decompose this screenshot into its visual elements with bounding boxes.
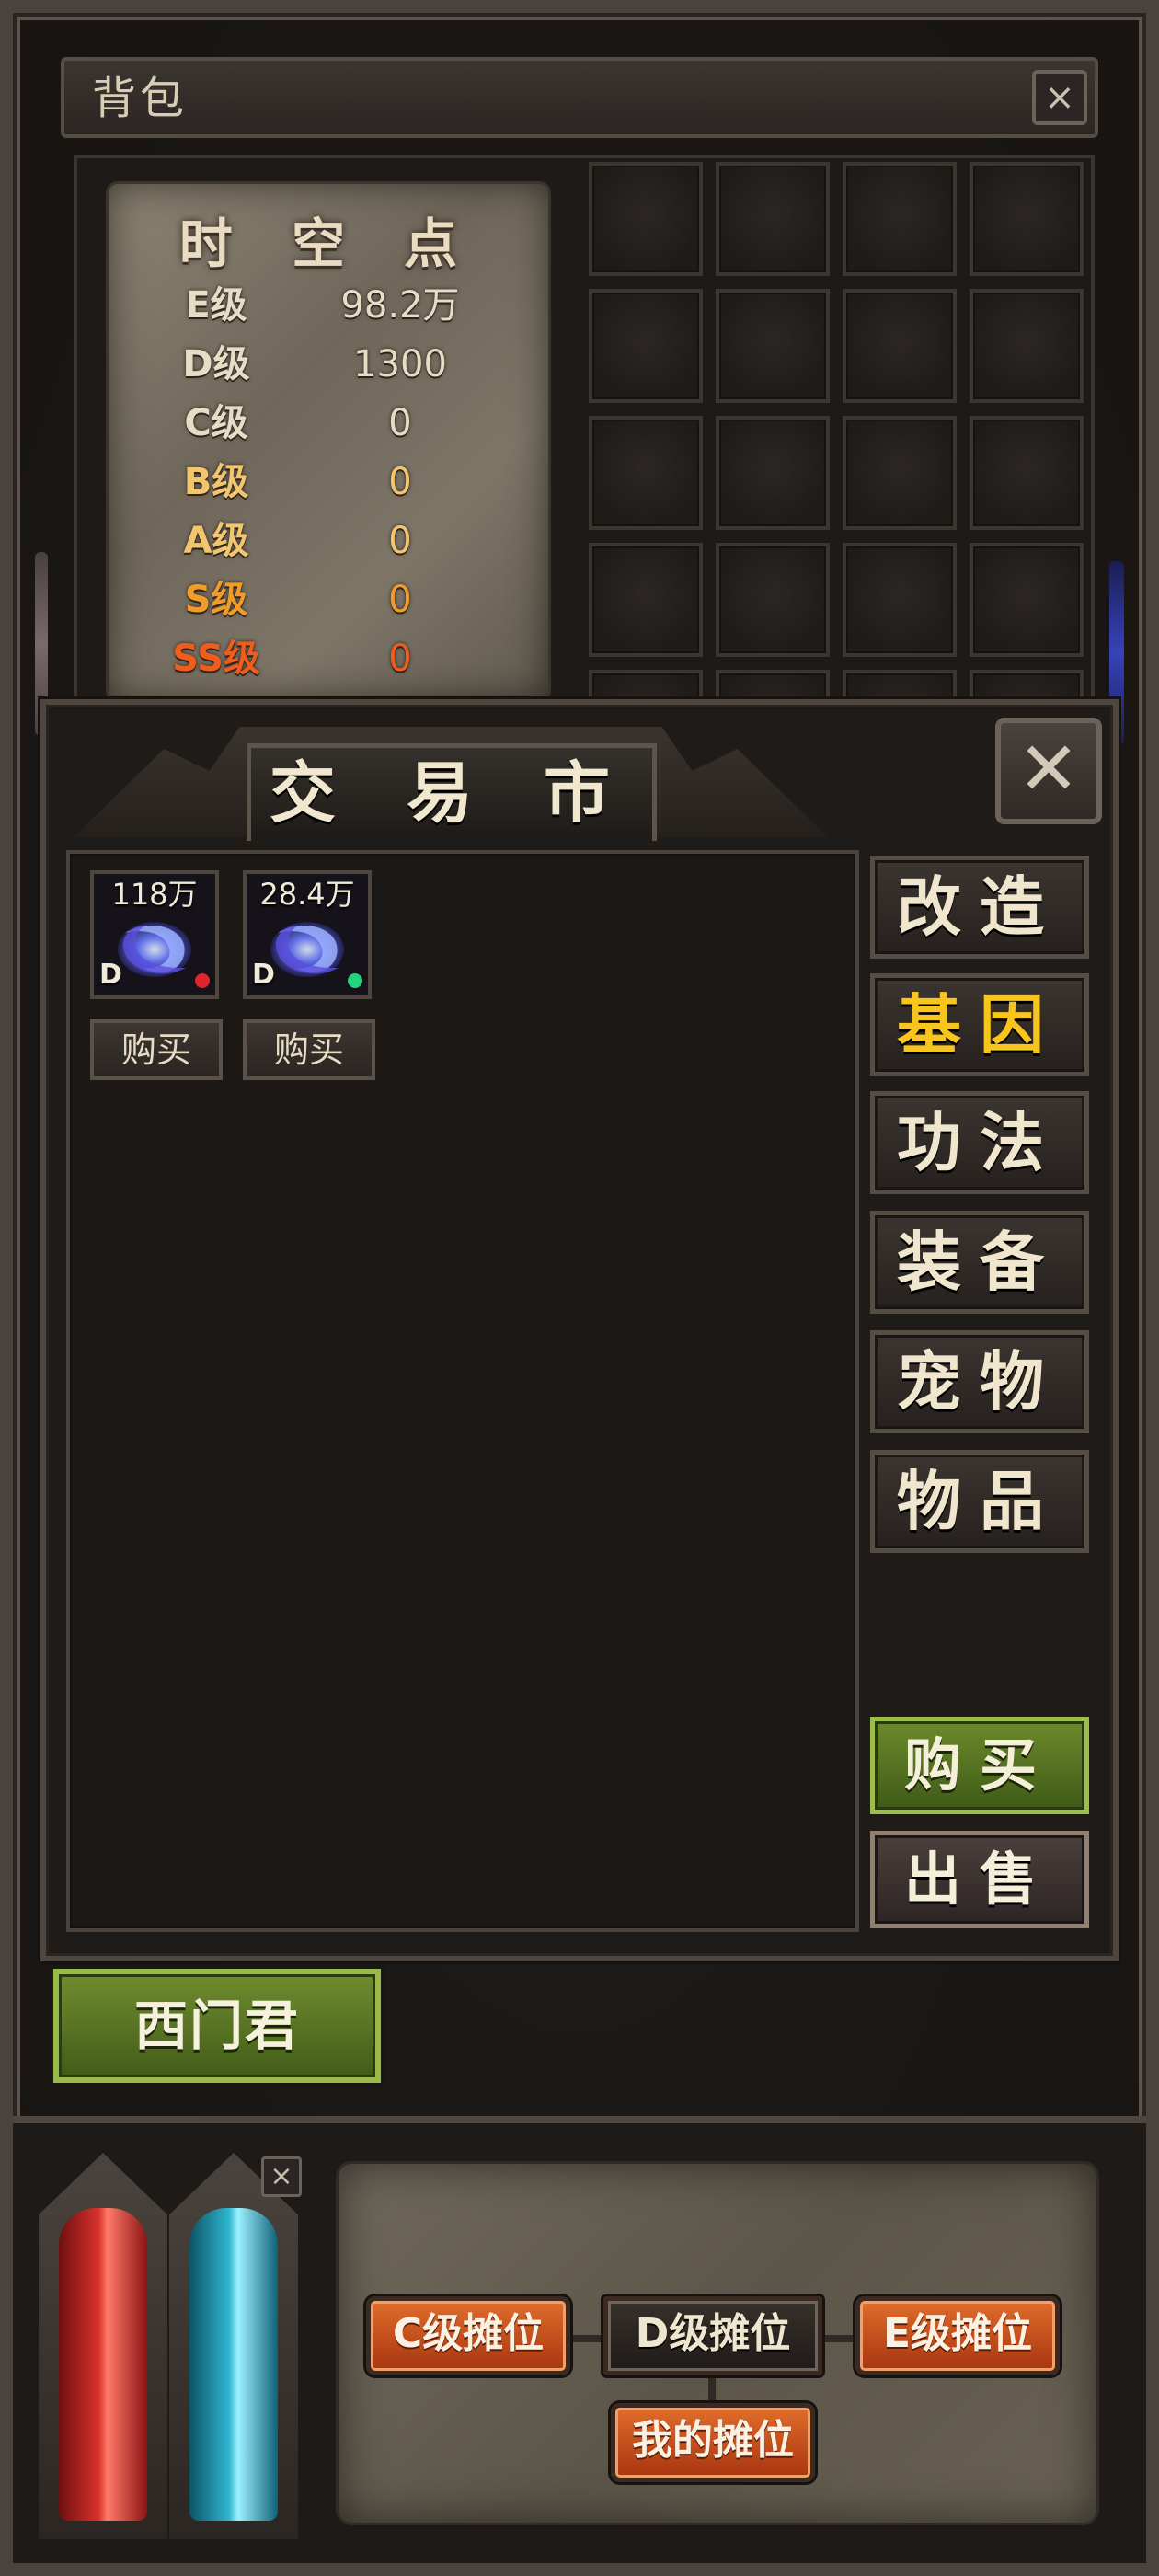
market-close-icon[interactable]: ✕ [995,718,1102,824]
inventory-slot[interactable] [843,289,957,403]
inventory-slot[interactable] [716,289,830,403]
grade-row: B级 0 [138,453,506,512]
inventory-slot[interactable] [589,543,703,657]
listing-marker-dot [348,973,362,988]
grade-label: A级 [183,520,249,562]
listing-buy-button[interactable]: 购买 [90,1019,223,1080]
listing-area [66,850,859,1932]
my-stall-button[interactable]: 我的摊位 [611,2403,815,2482]
listing-grade: D [252,959,275,991]
grade-row: A级 0 [138,512,506,570]
inventory-slot[interactable] [716,416,830,530]
category-gene[interactable]: 基因 [870,973,1089,1076]
listing-marker-dot [195,973,210,988]
hp-vial [59,2208,147,2521]
grade-value: 1300 [353,343,447,385]
listing-grade: D [99,959,122,991]
backpack-close-icon[interactable]: × [1032,70,1087,125]
inventory-slot[interactable] [970,416,1084,530]
backpack-title: 背包 [92,73,189,124]
player-name-button[interactable]: 西门君 [53,1969,381,2083]
grade-label: D级 [182,343,250,385]
grade-row: S级 0 [138,570,506,629]
grade-value: 98.2万 [340,284,460,327]
grade-row: C级 0 [138,394,506,453]
grade-row: E级 98.2万 [138,276,506,335]
category-skill[interactable]: 功法 [870,1091,1089,1194]
grade-row: SS级 0 [138,629,506,688]
grade-value: 0 [388,402,412,444]
listing-buy-button[interactable]: 购买 [243,1019,375,1080]
inventory-slot[interactable] [843,162,957,276]
inventory-slot[interactable] [716,543,830,657]
c-stall-button[interactable]: C级摊位 [366,2296,570,2375]
listing-item-0[interactable]: 118万 D [90,870,219,999]
grade-value: 0 [388,638,412,680]
inventory-slot[interactable] [589,416,703,530]
d-stall-button[interactable]: D级摊位 [603,2296,822,2375]
e-stall-button[interactable]: E级摊位 [855,2296,1060,2375]
inventory-slot[interactable] [843,543,957,657]
mp-vial [189,2208,278,2521]
grade-label: E级 [185,284,247,327]
grade-value: 0 [388,461,412,503]
inventory-slot[interactable] [970,289,1084,403]
category-items[interactable]: 物品 [870,1450,1089,1553]
inventory-slot[interactable] [970,543,1084,657]
listing-item-1[interactable]: 28.4万 D [243,870,372,999]
grade-value: 0 [388,579,412,621]
grade-label: C级 [184,402,248,444]
time-points-title: 时 空 点 [178,213,478,275]
category-modify[interactable]: 改造 [870,856,1089,959]
listing-price: 118万 [111,877,198,912]
inventory-slot[interactable] [589,162,703,276]
buy-button[interactable]: 购买 [870,1717,1089,1814]
inventory-slot[interactable] [716,162,830,276]
grade-label: S级 [184,579,248,621]
inventory-slot[interactable] [843,416,957,530]
inventory-slot[interactable] [970,162,1084,276]
category-pet[interactable]: 宠物 [870,1330,1089,1433]
grade-label: B级 [183,461,249,503]
listing-price: 28.4万 [259,877,355,912]
stall-close-icon[interactable]: × [261,2156,302,2197]
grade-value: 0 [388,520,412,562]
grade-row: D级 1300 [138,335,506,394]
inventory-slot[interactable] [589,289,703,403]
category-equipment[interactable]: 装备 [870,1211,1089,1314]
grade-label: SS级 [172,638,260,680]
market-title: 交 易 市 场 [269,754,635,924]
sell-button[interactable]: 出售 [870,1831,1089,1928]
